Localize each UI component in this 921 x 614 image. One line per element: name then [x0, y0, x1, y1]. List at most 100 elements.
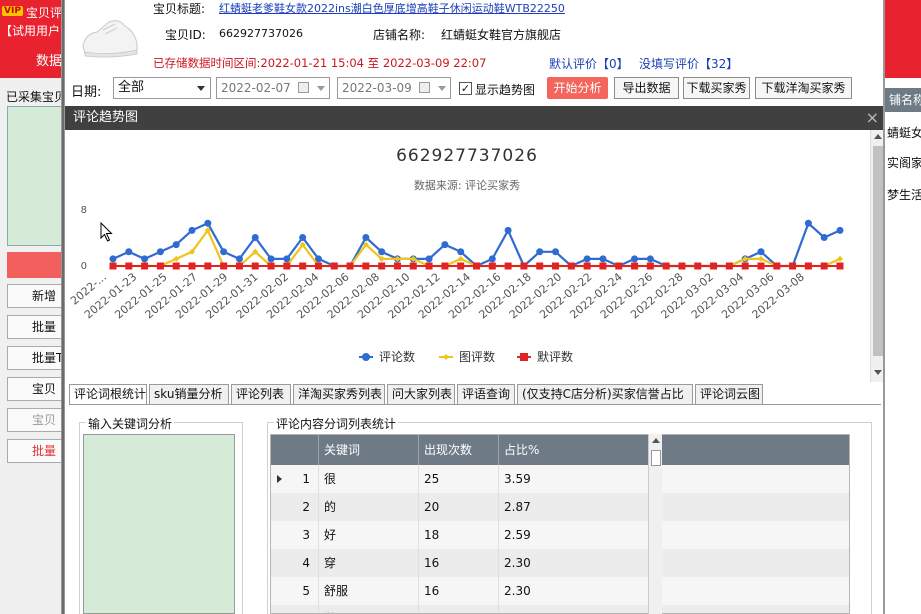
data-point[interactable] [646, 262, 654, 270]
data-point[interactable] [678, 262, 686, 270]
data-point[interactable] [536, 262, 544, 270]
background-action-button[interactable] [7, 252, 61, 278]
trend-panel-scrollbar[interactable] [870, 130, 883, 382]
tab-word-cloud[interactable]: 评论词云图 [695, 384, 763, 404]
table-scrollbar[interactable] [648, 434, 662, 614]
legend-item[interactable]: 图评数 [439, 349, 495, 364]
data-point[interactable] [204, 219, 212, 227]
show-trend-checkbox[interactable]: ✓ [459, 82, 472, 95]
data-point[interactable] [172, 262, 180, 270]
table-row[interactable]: 1 很 25 3.59 [271, 465, 849, 493]
batch-t-button[interactable]: 批量T [7, 346, 61, 370]
data-point[interactable] [156, 248, 164, 256]
data-point[interactable] [741, 262, 749, 270]
data-point[interactable] [188, 226, 196, 234]
data-point[interactable] [204, 262, 212, 270]
data-point[interactable] [156, 262, 164, 270]
data-point[interactable] [235, 262, 243, 270]
table-row[interactable]: 5 舒服 16 2.30 [271, 577, 849, 605]
item-button[interactable]: 宝贝 [7, 377, 61, 401]
data-point[interactable] [457, 262, 465, 270]
legend-item[interactable]: 评论数 [359, 349, 415, 364]
data-point[interactable] [378, 262, 386, 270]
data-point[interactable] [109, 255, 117, 263]
data-point[interactable] [346, 262, 354, 270]
data-point[interactable] [552, 262, 560, 270]
data-point[interactable] [125, 248, 133, 256]
data-point[interactable] [757, 248, 765, 256]
data-point[interactable] [267, 262, 275, 270]
data-point[interactable] [220, 262, 228, 270]
data-point[interactable] [536, 248, 544, 256]
data-point[interactable] [378, 248, 386, 256]
data-point[interactable] [631, 255, 639, 263]
export-data-button[interactable]: 导出数据 [614, 77, 679, 99]
data-point[interactable] [646, 255, 654, 263]
data-point[interactable] [662, 262, 670, 270]
collected-items-list[interactable] [7, 106, 61, 246]
data-point[interactable] [599, 262, 607, 270]
data-point[interactable] [725, 262, 733, 270]
data-point[interactable] [615, 262, 623, 270]
tab-buyer-credit[interactable]: (仅支持C店分析)买家信誉占比 [517, 384, 693, 404]
data-point[interactable] [694, 262, 702, 270]
data-point[interactable] [583, 255, 591, 263]
data-point[interactable] [299, 234, 307, 241]
data-point[interactable] [125, 262, 133, 270]
column-header-percent[interactable]: 占比% [499, 435, 849, 465]
column-header-keyword[interactable]: 关键词 [319, 435, 419, 465]
keyword-input[interactable] [83, 434, 235, 614]
tab-review-search[interactable]: 评语查询 [457, 384, 515, 404]
data-point[interactable] [836, 262, 844, 270]
shop-list-item[interactable]: 梦生活 [887, 186, 921, 203]
end-date-picker[interactable]: 2022-03-09 [337, 77, 451, 99]
data-point[interactable] [804, 262, 812, 270]
table-row[interactable]: 3 好 18 2.59 [271, 521, 849, 549]
data-point[interactable] [409, 262, 417, 270]
data-point[interactable] [314, 262, 322, 270]
data-point[interactable] [188, 262, 196, 270]
batch-button[interactable]: 批量 [7, 315, 61, 339]
data-point[interactable] [283, 262, 291, 270]
data-point[interactable] [330, 262, 338, 270]
data-point[interactable] [836, 226, 844, 234]
start-analysis-button[interactable]: 开始分析 [547, 77, 608, 99]
tab-review-list[interactable]: 评论列表 [231, 384, 291, 404]
data-point[interactable] [299, 262, 307, 270]
data-point[interactable] [599, 255, 607, 263]
add-button[interactable]: 新增 [7, 284, 61, 308]
scroll-up-icon[interactable] [874, 134, 882, 139]
data-point[interactable] [441, 241, 449, 249]
table-row[interactable]: 2 的 20 2.87 [271, 493, 849, 521]
data-point[interactable] [362, 262, 370, 270]
data-point[interactable] [425, 255, 433, 263]
download-foreign-buyer-show-button[interactable]: 下载洋淘买家秀 [755, 77, 852, 99]
data-point[interactable] [441, 262, 449, 270]
scroll-down-icon[interactable] [874, 370, 882, 375]
download-buyer-show-button[interactable]: 下载买家秀 [683, 77, 750, 99]
legend-item[interactable]: 默评数 [517, 349, 573, 364]
data-point[interactable] [567, 262, 575, 270]
data-point[interactable] [804, 219, 812, 227]
item-button-disabled[interactable]: 宝贝 [7, 408, 61, 432]
data-point[interactable] [710, 262, 718, 270]
data-point[interactable] [172, 241, 180, 249]
data-point[interactable] [235, 255, 243, 263]
scroll-up-icon[interactable] [652, 438, 660, 443]
data-point[interactable] [789, 262, 797, 270]
data-point[interactable] [504, 262, 512, 270]
start-date-picker[interactable]: 2022-02-07 [216, 77, 330, 99]
tab-keyword-stats[interactable]: 评论词根统计 [69, 384, 147, 405]
data-point[interactable] [267, 255, 275, 263]
scrollbar-thumb[interactable] [651, 450, 661, 466]
data-point[interactable] [773, 262, 781, 270]
column-header-count[interactable]: 出现次数 [419, 435, 499, 465]
shop-list-item[interactable]: 实阁家 [887, 154, 921, 171]
data-point[interactable] [220, 248, 228, 256]
data-point[interactable] [820, 262, 828, 270]
shop-list-item[interactable]: 蜻蜓女 [887, 124, 921, 141]
data-point[interactable] [504, 226, 512, 234]
scrollbar-thumb[interactable] [873, 146, 883, 356]
data-point[interactable] [141, 255, 149, 263]
close-icon[interactable]: × [866, 106, 879, 130]
